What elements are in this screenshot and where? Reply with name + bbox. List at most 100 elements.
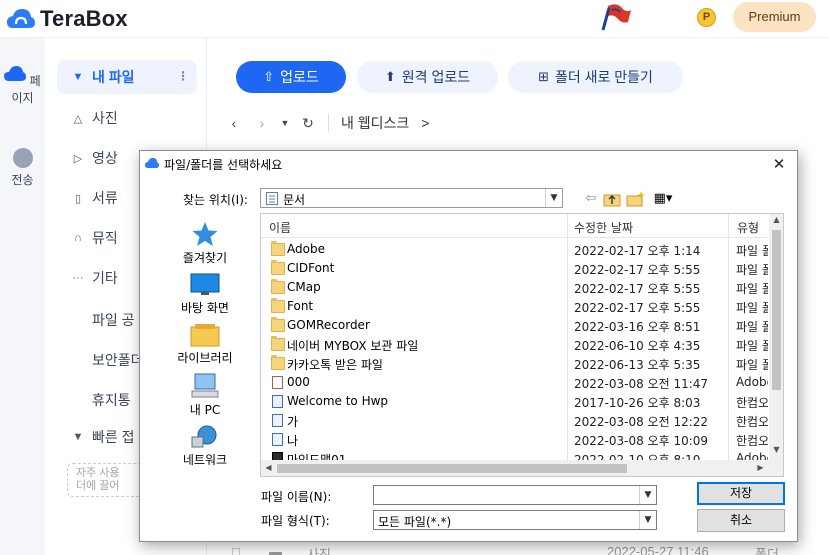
pdf-file-icon <box>272 376 283 389</box>
file-name: Welcome to Hwp <box>287 394 389 408</box>
new-folder-icon: ⊞ <box>538 69 549 84</box>
file-type: 파일 폴더 <box>736 282 768 296</box>
dialog-title-bar[interactable]: 파일/폴더를 선택하세요 ✕ <box>140 151 797 177</box>
file-dialog: 파일/폴더를 선택하세요 ✕ 찾는 위치(I): 문서 ▼ ⇦ ▦▾ 즐겨찾기 <box>139 150 798 542</box>
file-list-row[interactable]: CIDFont 2022-02-17 오후 5:55 파일 폴더 <box>261 259 769 278</box>
cancel-button[interactable]: 취소 <box>697 509 785 532</box>
file-list-row[interactable]: Welcome to Hwp 2017-10-26 오후 8:03 한컴오 <box>261 392 769 411</box>
sidebar-item-file-share[interactable]: 파일 공 <box>92 310 135 330</box>
sidebar-item-label: 기타 <box>92 270 118 286</box>
checkbox[interactable]: □ <box>232 544 240 555</box>
file-list-row[interactable]: Adobe 2022-02-17 오후 1:14 파일 폴더 <box>261 240 769 259</box>
breadcrumb-root[interactable]: 내 웹디스크 <box>341 113 409 133</box>
file-list-row[interactable]: 카카오톡 받은 파일 2022-06-13 오후 5:35 파일 폴더 <box>261 354 769 373</box>
event-flag-icon[interactable] <box>600 2 634 32</box>
file-date: 2022-06-13 오후 5:35 <box>574 358 701 372</box>
divider <box>328 114 329 132</box>
rail-item-pages[interactable]: 페이지 <box>0 66 45 106</box>
file-list-row[interactable]: CMap 2022-02-17 오후 5:55 파일 폴더 <box>261 278 769 297</box>
place-libraries[interactable]: 라이브러리 <box>150 323 260 366</box>
file-list-row[interactable]: GOMRecorder 2022-03-16 오후 8:51 파일 폴더 <box>261 316 769 335</box>
file-name: 000 <box>287 375 310 389</box>
video-icon: ▷ <box>73 152 83 165</box>
column-header-date[interactable]: 수정한 날짜 <box>574 219 633 236</box>
network-icon <box>191 425 217 448</box>
column-header-name[interactable]: 이름 <box>269 219 291 236</box>
place-label: 바탕 화면 <box>181 301 229 315</box>
scroll-down-icon[interactable]: ▼ <box>769 445 783 454</box>
column-header-type[interactable]: 유형 <box>737 219 759 236</box>
place-favorites[interactable]: 즐겨찾기 <box>150 221 260 266</box>
upload-button[interactable]: ⇧ 업로드 <box>236 61 346 93</box>
file-list-row[interactable]: 나 2022-03-08 오후 10:09 한컴오 <box>261 430 769 449</box>
new-folder-icon[interactable] <box>626 190 646 208</box>
file-list[interactable]: ⌃ 이름 수정한 날짜 유형 Adobe 2022-02-17 오후 1:14 파일… <box>260 213 784 477</box>
sidebar-item-my-files[interactable]: ▼ 내 파일 ⋮ <box>57 60 197 94</box>
history-dropdown-icon[interactable]: ▼ <box>276 118 294 128</box>
vertical-scrollbar[interactable]: ▲ ▼ <box>769 214 783 460</box>
scroll-right-icon[interactable]: ▶ <box>753 463 768 472</box>
close-button[interactable]: ✕ <box>763 151 795 177</box>
view-menu-icon[interactable]: ▦▾ <box>650 190 676 208</box>
file-list-row[interactable]: Font 2022-02-17 오후 5:55 파일 폴더 <box>261 297 769 316</box>
document-icon: ▯ <box>74 192 82 205</box>
upload-label: 업로드 <box>280 69 319 85</box>
filetype-dropdown[interactable]: 모든 파일(*.*) ▼ <box>373 510 657 530</box>
refresh-icon[interactable]: ↻ <box>294 115 322 132</box>
place-network[interactable]: 네트워크 <box>150 425 260 468</box>
sidebar-item-label: 내 파일 <box>92 69 135 85</box>
file-date: 2022-03-08 오후 10:09 <box>574 434 709 448</box>
premium-coin-icon[interactable]: P <box>697 8 716 27</box>
file-type: 파일 폴더 <box>736 358 768 372</box>
rail-item-transfer[interactable]: 전송 <box>0 148 45 188</box>
folder-icon <box>271 298 285 313</box>
file-list-row[interactable]: 네이버 MYBOX 보관 파일 2022-06-10 오후 4:35 파일 폴더 <box>261 335 769 354</box>
back-icon[interactable]: ⇦ <box>582 190 600 208</box>
remote-upload-label: 원격 업로드 <box>401 69 471 85</box>
computer-icon <box>191 373 219 398</box>
scroll-up-icon[interactable]: ▲ <box>769 215 783 224</box>
file-name: 가 <box>287 415 299 429</box>
transfer-icon <box>12 148 33 168</box>
scrollbar-corner <box>769 460 783 476</box>
sidebar-item-photos[interactable]: △ 사진 <box>57 101 197 135</box>
look-in-dropdown[interactable]: 문서 ▼ <box>260 188 563 208</box>
save-button[interactable]: 저장 <box>697 482 785 505</box>
terabox-cloud-icon <box>145 158 159 168</box>
file-date: 2022-03-08 오전 11:47 <box>574 377 709 391</box>
file-name: Adobe <box>287 242 325 256</box>
sidebar-item-trash[interactable]: 휴지통 <box>92 390 131 410</box>
sidebar-item-label: 사진 <box>92 110 118 126</box>
file-type: 파일 폴더 <box>736 301 768 315</box>
more-options-icon[interactable]: ⋮ <box>177 69 189 83</box>
terabox-logo[interactable]: TeraBox <box>6 6 128 32</box>
document-folder-icon <box>266 192 278 205</box>
scroll-left-icon[interactable]: ◀ <box>261 463 276 472</box>
upload-icon: ⇧ <box>263 69 275 84</box>
place-this-pc[interactable]: 내 PC <box>150 373 260 418</box>
scroll-thumb[interactable] <box>772 230 781 390</box>
new-folder-button[interactable]: ⊞ 폴더 새로 만들기 <box>508 61 683 93</box>
file-date: 2022-05-27 11:46 <box>607 544 709 555</box>
folder-icon <box>271 355 285 370</box>
filetype-label: 파일 형식(T): <box>261 514 330 528</box>
file-list-row[interactable]: 가 2022-03-08 오전 12:22 한컴오 <box>261 411 769 430</box>
file-list-row[interactable]: 000 2022-03-08 오전 11:47 Adobe <box>261 373 769 392</box>
forward-arrow-icon[interactable]: › <box>248 115 276 131</box>
horizontal-scrollbar[interactable]: ◀ ▶ <box>261 460 769 476</box>
remote-upload-button[interactable]: ⬆ 원격 업로드 <box>357 61 498 93</box>
filename-input[interactable]: ▼ <box>373 485 657 505</box>
chevron-down-icon[interactable]: ▼ <box>639 511 656 529</box>
file-type: 한컴오 <box>736 434 768 448</box>
scroll-thumb[interactable] <box>277 464 627 473</box>
chevron-down-icon[interactable]: ▼ <box>639 486 656 504</box>
up-folder-icon[interactable] <box>603 190 621 208</box>
caret-down-icon: ▼ <box>72 71 84 83</box>
sidebar-item-label: 서류 <box>92 190 118 206</box>
sidebar-item-secure-folder[interactable]: 보안폴더 <box>92 350 144 370</box>
desktop-icon <box>190 273 220 295</box>
premium-button[interactable]: Premium <box>733 2 816 32</box>
file-date: 2022-06-10 오후 4:35 <box>574 339 701 353</box>
back-arrow-icon[interactable]: ‹ <box>220 115 248 131</box>
place-desktop[interactable]: 바탕 화면 <box>150 273 260 316</box>
